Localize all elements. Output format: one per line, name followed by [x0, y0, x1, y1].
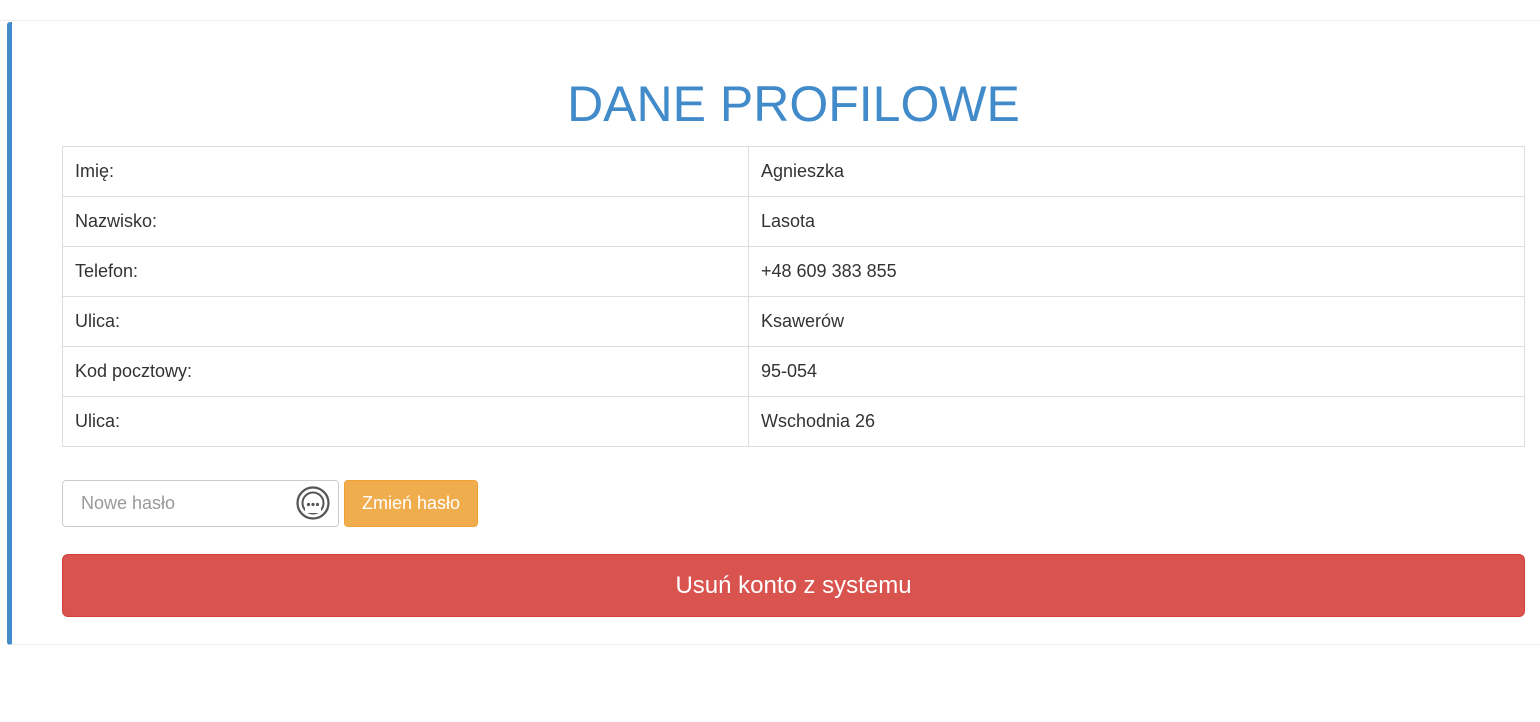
change-password-button[interactable]: Zmień hasło — [344, 480, 479, 527]
field-label: Telefon: — [62, 246, 749, 297]
delete-account-button[interactable]: Usuń konto z systemu — [62, 554, 1525, 617]
field-value: +48 609 383 855 — [748, 246, 1525, 297]
top-divider — [0, 20, 1540, 21]
table-row: Ulica: Ksawerów — [62, 296, 1525, 347]
profile-table: Imię: Agnieszka Nazwisko: Lasota Telefon… — [62, 146, 1525, 447]
password-reveal-icon[interactable] — [296, 486, 330, 520]
field-value: 95-054 — [748, 346, 1525, 397]
field-value: Wschodnia 26 — [748, 396, 1525, 447]
field-value: Lasota — [748, 196, 1525, 247]
field-label: Ulica: — [62, 296, 749, 347]
field-label: Ulica: — [62, 396, 749, 447]
table-row: Ulica: Wschodnia 26 — [62, 396, 1525, 447]
field-value: Ksawerów — [748, 296, 1525, 347]
field-label: Kod pocztowy: — [62, 346, 749, 397]
page-title: DANE PROFILOWE — [567, 76, 1020, 132]
table-row: Telefon: +48 609 383 855 — [62, 246, 1525, 297]
table-row: Imię: Agnieszka — [62, 146, 1525, 197]
table-row: Kod pocztowy: 95-054 — [62, 346, 1525, 397]
new-password-field-wrapper — [62, 480, 339, 527]
field-value: Agnieszka — [748, 146, 1525, 197]
table-row: Nazwisko: Lasota — [62, 196, 1525, 247]
change-password-form: Zmień hasło — [62, 480, 479, 527]
field-label: Imię: — [62, 146, 749, 197]
field-label: Nazwisko: — [62, 196, 749, 247]
